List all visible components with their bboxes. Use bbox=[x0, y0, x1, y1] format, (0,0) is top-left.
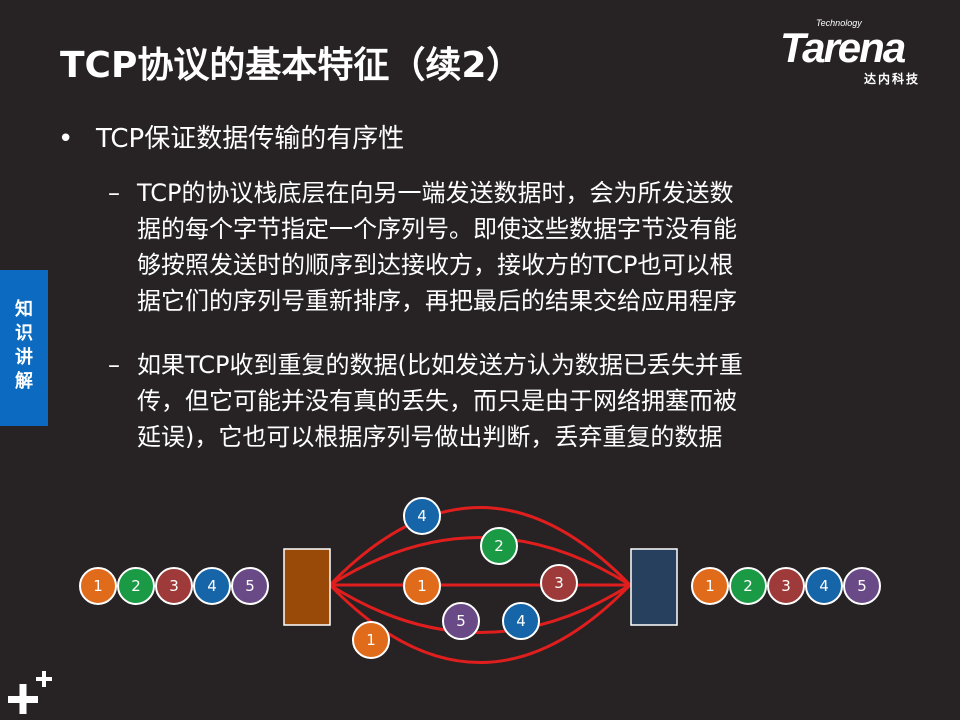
packet-label: 3 bbox=[169, 577, 179, 595]
network-path bbox=[328, 506, 632, 587]
packet-label: 4 bbox=[819, 577, 829, 595]
plus-decoration-icon bbox=[8, 671, 52, 714]
tcp-ordering-diagram: 1 2 3 4 5 1 2 3 4 5 4 2 1 3 5 4 1 bbox=[79, 497, 881, 664]
packet-label: 1 bbox=[93, 577, 103, 595]
packet-label: 2 bbox=[131, 577, 141, 595]
packet-label: 3 bbox=[554, 574, 564, 592]
packet-label: 4 bbox=[417, 507, 427, 525]
packet-label: 2 bbox=[743, 577, 753, 595]
packet-label: 4 bbox=[516, 612, 526, 630]
packet-label: 2 bbox=[494, 537, 504, 555]
packet-label: 5 bbox=[245, 577, 255, 595]
packet-label: 5 bbox=[456, 612, 466, 630]
receiver-host bbox=[630, 548, 678, 626]
packet-label: 4 bbox=[207, 577, 217, 595]
packet-label: 5 bbox=[857, 577, 867, 595]
sender-host bbox=[283, 548, 331, 626]
slide: TCP协议的基本特征（续2） Tarena Technology 达内科技 知 … bbox=[0, 0, 960, 720]
packet-label: 1 bbox=[705, 577, 715, 595]
packet-label: 1 bbox=[417, 577, 427, 595]
packet-label: 3 bbox=[781, 577, 791, 595]
packet-label: 1 bbox=[366, 631, 376, 649]
